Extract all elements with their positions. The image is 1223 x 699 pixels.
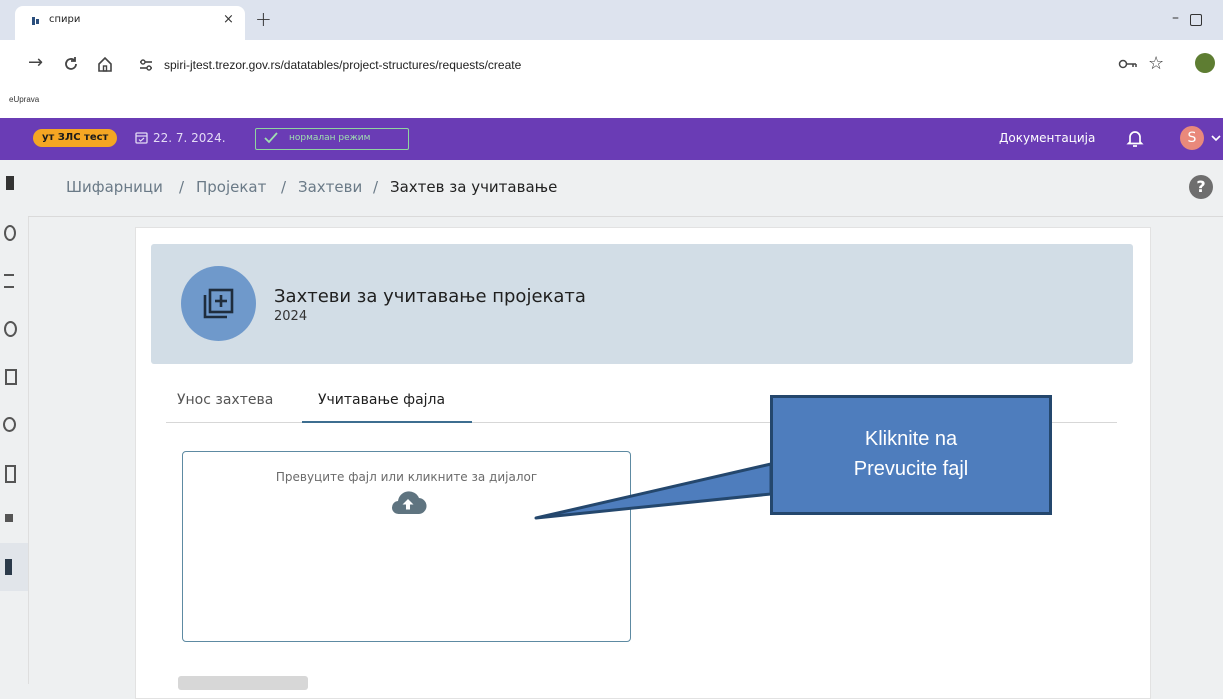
reload-icon[interactable] bbox=[62, 55, 80, 73]
breadcrumb-current: Захтев за учитавање bbox=[390, 178, 558, 196]
user-avatar[interactable]: S bbox=[1180, 126, 1204, 150]
card-title: Захтеви за учитавање пројеката bbox=[274, 286, 586, 307]
card-subtitle: 2024 bbox=[274, 309, 308, 324]
favicon-icon bbox=[32, 17, 39, 25]
check-icon bbox=[264, 132, 278, 144]
rail-item-7-icon[interactable] bbox=[5, 514, 13, 522]
bell-icon[interactable] bbox=[1126, 128, 1144, 148]
forward-icon[interactable]: → bbox=[28, 52, 43, 73]
bookmark-euprava[interactable]: eUprava bbox=[9, 95, 39, 104]
rail-menu-icon[interactable] bbox=[6, 176, 14, 190]
cloud-upload-icon[interactable] bbox=[389, 490, 427, 516]
breadcrumb-separator: / bbox=[281, 178, 287, 196]
calendar-icon bbox=[135, 132, 148, 144]
rail-item-1-icon[interactable] bbox=[4, 225, 16, 241]
new-tab-icon[interactable]: + bbox=[255, 7, 272, 31]
home-icon[interactable] bbox=[96, 55, 114, 73]
breadcrumb-separator: / bbox=[179, 178, 185, 196]
minimize-icon[interactable]: – bbox=[1172, 10, 1179, 26]
rail-item-4-icon[interactable] bbox=[5, 369, 17, 385]
documentation-link[interactable]: Документација bbox=[999, 131, 1095, 145]
tab-close-icon[interactable]: × bbox=[223, 12, 234, 27]
breadcrumb-item-projekat[interactable]: Пројекат bbox=[196, 178, 266, 196]
mode-text: нормалан режим bbox=[289, 133, 371, 143]
rail-item-3-icon[interactable] bbox=[4, 321, 17, 337]
environment-badge: ут ЗЛС тест bbox=[33, 129, 118, 147]
breadcrumb-item-sifarnici[interactable]: Шифарници bbox=[66, 178, 163, 196]
dropzone-text[interactable]: Превуците фајл или кликните за дијалог bbox=[182, 470, 631, 484]
profile-icon[interactable] bbox=[1195, 53, 1215, 73]
submit-button[interactable] bbox=[178, 676, 308, 690]
tab-ucitavanje-fajla[interactable]: Учитавање фајла bbox=[318, 392, 445, 408]
bookmarks-bar bbox=[0, 88, 1223, 118]
tab-unos-zahteva[interactable]: Унос захтева bbox=[177, 392, 273, 408]
active-tab-indicator bbox=[302, 421, 472, 423]
rail-item-8-icon[interactable] bbox=[5, 559, 12, 575]
help-icon[interactable]: ? bbox=[1189, 175, 1213, 199]
callout-line-2: Prevucite fajl bbox=[853, 458, 969, 480]
rail-item-2-icon[interactable] bbox=[4, 274, 14, 288]
tab-title: спири bbox=[49, 14, 81, 25]
rail-item-6-icon[interactable] bbox=[5, 465, 16, 483]
site-info-icon[interactable] bbox=[137, 56, 155, 74]
url-text[interactable]: spiri-jtest.trezor.gov.rs/datatables/pro… bbox=[164, 58, 521, 72]
current-date: 22. 7. 2024. bbox=[153, 131, 226, 145]
breadcrumb-separator: / bbox=[373, 178, 379, 196]
bookmark-star-icon[interactable]: ☆ bbox=[1148, 53, 1164, 74]
password-key-icon[interactable] bbox=[1118, 57, 1138, 71]
library-add-icon bbox=[203, 288, 234, 319]
breadcrumb-item-zahtevi[interactable]: Захтеви bbox=[298, 178, 362, 196]
maximize-icon[interactable] bbox=[1190, 14, 1202, 26]
chevron-down-icon[interactable] bbox=[1211, 134, 1221, 142]
callout-line-1: Kliknite na bbox=[864, 428, 958, 450]
rail-item-5-icon[interactable] bbox=[3, 417, 16, 432]
callout-text: Kliknite na Prevucite fajl bbox=[770, 424, 1052, 484]
